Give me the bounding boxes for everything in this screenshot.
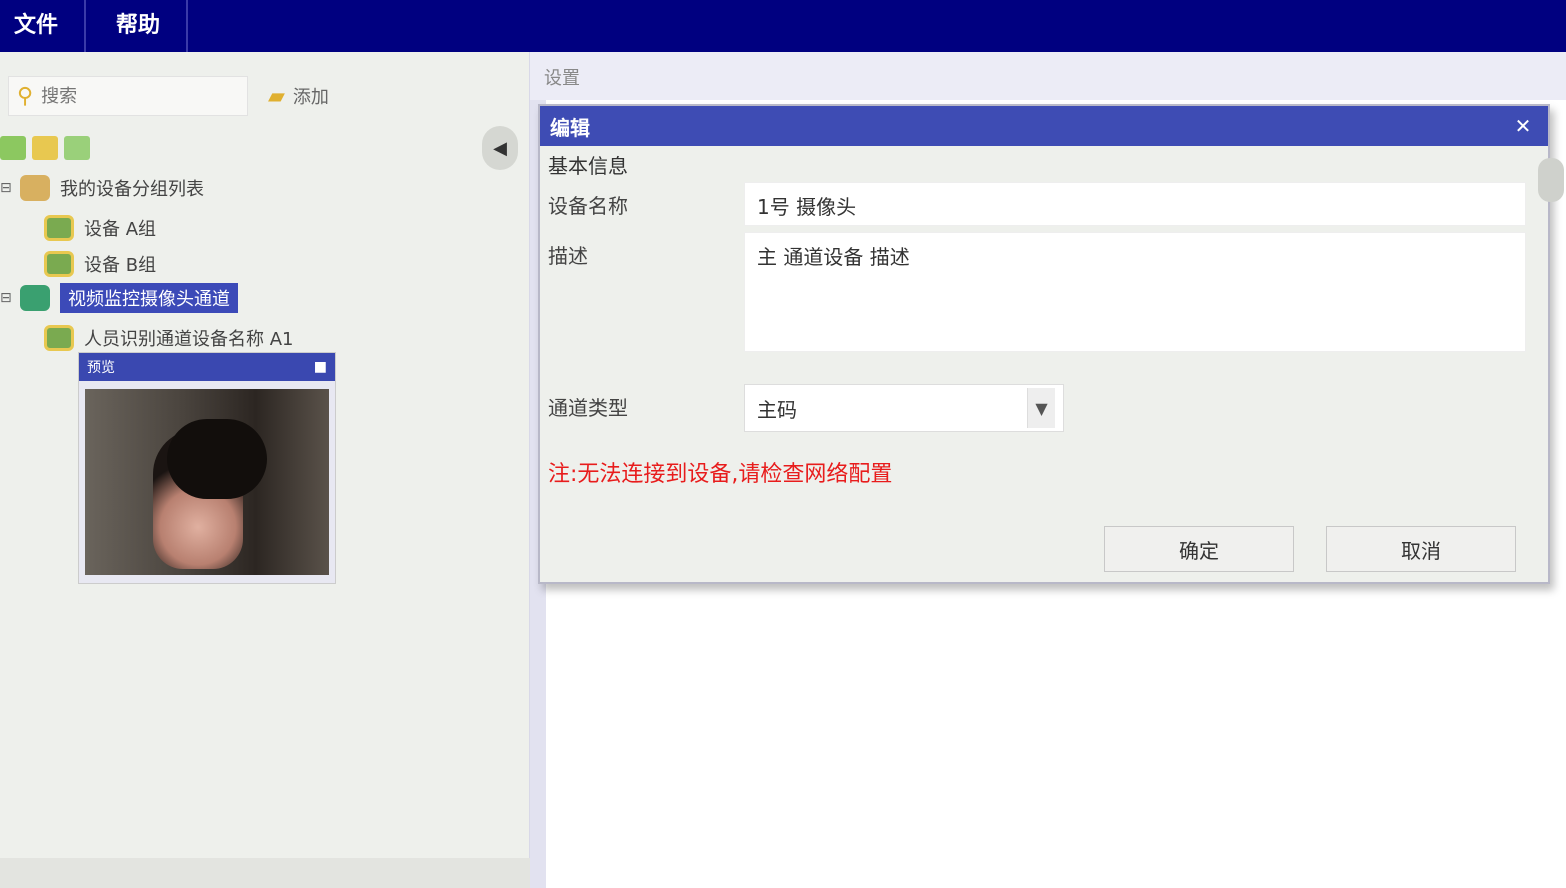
preview-title: 预览 [87, 360, 115, 376]
scroll-handle[interactable] [1538, 158, 1564, 202]
chevron-down-icon[interactable]: ▼ [1027, 388, 1055, 428]
description-label: 描述 [548, 244, 588, 268]
status-icon[interactable] [0, 136, 26, 160]
collapse-icon[interactable]: ⊟ [0, 180, 20, 196]
preview-titlebar[interactable]: 预览 ■ [79, 353, 335, 381]
add-button-label: 添加 [292, 87, 329, 108]
device-name-label: 设备名称 [548, 194, 628, 218]
tree-item-label: 视频监控摄像头通道 [60, 283, 238, 313]
ok-button[interactable]: 确定 [1104, 526, 1294, 572]
menu-file[interactable]: 文件 [0, 0, 87, 52]
dialog-title: 编辑 [550, 115, 590, 140]
tree-item[interactable]: 设备 A组 [44, 210, 156, 246]
close-icon[interactable]: ✕ [1508, 114, 1538, 138]
tree-item[interactable]: ⊟ 我的设备分组列表 [0, 170, 204, 206]
cancel-button[interactable]: 取消 [1326, 526, 1516, 572]
close-icon[interactable]: ■ [314, 359, 327, 375]
person-hair [167, 419, 267, 499]
channel-type-label: 通道类型 [548, 396, 628, 420]
edit-dialog: 编辑 ✕ 基本信息 设备名称 1号 摄像头 描述 主 通道设备 描述 通道类型 … [538, 104, 1550, 584]
left-panel: ⚲ ▰ 添加 ◀ ⊟ 我的设备分组列表 设备 A组 设备 B组 ⊟ 视 [0, 52, 530, 888]
tree-item-selected[interactable]: ⊟ 视频监控摄像头通道 [0, 280, 238, 316]
refresh-icon[interactable] [64, 136, 90, 160]
description-field[interactable]: 主 通道设备 描述 [744, 232, 1526, 352]
camera-preview-image [85, 389, 329, 575]
right-panel-header: 设置 [530, 52, 1566, 100]
user-icon [44, 215, 74, 241]
collapse-icon[interactable]: ⊟ [0, 290, 20, 306]
tree-item[interactable]: 设备 B组 [44, 246, 156, 282]
star-icon[interactable] [32, 136, 58, 160]
folder-icon: ▰ [268, 83, 285, 109]
channel-type-select[interactable]: 主码 ▼ [744, 384, 1064, 432]
tree-item-label: 设备 B组 [84, 255, 157, 276]
tree-item-label: 设备 A组 [84, 219, 157, 240]
menubar: 文件 帮助 [0, 0, 1566, 52]
right-panel-title: 设置 [544, 68, 580, 89]
video-preview-popup[interactable]: 预览 ■ [78, 352, 336, 584]
search-icon: ⚲ [17, 83, 34, 109]
left-panel-footer [0, 858, 530, 888]
error-message: 注:无法连接到设备,请检查网络配置 [548, 462, 893, 487]
left-toolbar: ⚲ ▰ 添加 [0, 66, 530, 122]
dialog-titlebar[interactable]: 编辑 ✕ [540, 106, 1548, 146]
collapse-handle[interactable]: ◀ [482, 126, 518, 170]
channel-type-value: 主码 [757, 397, 797, 422]
user-icon [44, 325, 74, 351]
tree-item[interactable]: 人员识别通道设备名称 A1 [44, 320, 294, 356]
search-box: ⚲ [8, 76, 248, 116]
user-icon [44, 251, 74, 277]
menu-help[interactable]: 帮助 [86, 0, 189, 52]
tree-item-label: 我的设备分组列表 [60, 179, 204, 200]
search-input[interactable] [41, 85, 222, 107]
mini-toolbar [0, 136, 90, 160]
dialog-subtitle: 基本信息 [548, 154, 628, 178]
add-button[interactable]: ▰ 添加 [268, 78, 329, 114]
camera-icon [20, 285, 50, 311]
device-name-field[interactable]: 1号 摄像头 [744, 182, 1526, 226]
folder-icon [20, 175, 50, 201]
tree-item-label: 人员识别通道设备名称 A1 [84, 329, 294, 350]
